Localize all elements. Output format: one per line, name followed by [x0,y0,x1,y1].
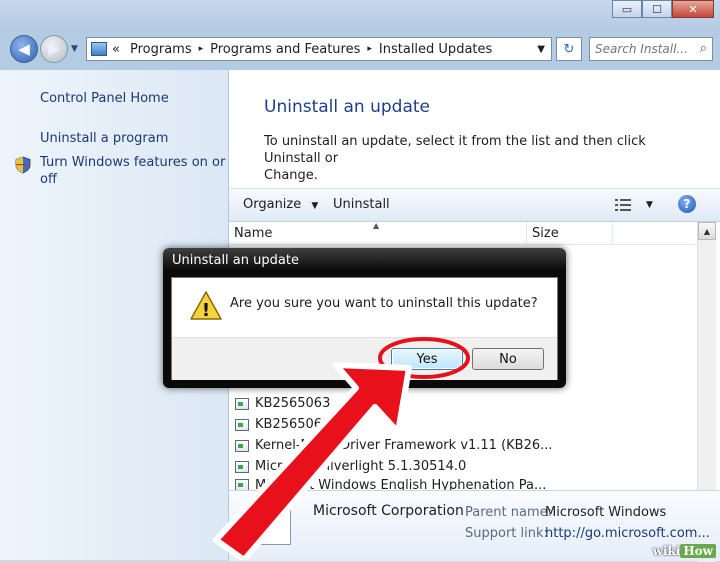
list-item[interactable]: Microsoft Silverlight 5.1.30514.0 [235,456,466,477]
help-icon: ? [683,197,691,211]
support-link[interactable]: http://go.microsoft.com... [545,526,710,541]
command-bar: Organize ▼ Uninstall ▼ ? [229,188,720,222]
control-panel-icon [91,42,107,56]
sidebar-link-uninstall-program[interactable]: Uninstall a program [40,130,168,147]
watermark-part1: wiki [652,544,681,558]
caption-buttons: ▭ ☐ ✕ [612,0,714,18]
list-item-label: Kernel-Mode Driver Framework v1.11 (KB26… [255,438,553,453]
yes-button[interactable]: Yes [391,348,463,370]
no-button[interactable]: No [472,348,544,370]
dialog-button-bar: Yes No [172,337,557,380]
recent-pages-icon[interactable]: ▼ [71,44,78,54]
sort-ascending-icon: ▲ [373,221,380,230]
refresh-button[interactable]: ↻ [556,37,582,61]
dialog-message: Are you sure you want to uninstall this … [230,296,538,311]
column-header-row: ▲ Name Size [229,221,697,245]
watermark: wiki How [653,544,716,558]
breadcrumb-programs[interactable]: Programs [130,42,192,57]
close-button[interactable]: ✕ [672,0,714,18]
dialog-body: ! Are you sure you want to uninstall thi… [171,277,558,380]
update-icon [235,397,249,410]
list-item-label: Microsoft Silverlight 5.1.30514.0 [255,459,467,474]
organize-button[interactable]: Organize ▼ [243,197,318,212]
publisher-name: Microsoft Corporation [313,503,464,519]
list-item-label: KB2565063 [255,417,331,432]
update-large-icon [249,501,291,545]
uninstall-button[interactable]: Uninstall [333,197,390,212]
list-item[interactable]: Microsoft Windows English Hyphenation Pa… [235,477,546,490]
sidebar-link-control-panel-home[interactable]: Control Panel Home [40,90,169,107]
column-header-name[interactable]: Name [234,226,272,241]
forward-button[interactable]: ▶ [40,35,68,63]
update-icon [235,460,249,473]
list-item[interactable]: KB2565063 [235,414,330,435]
page-title: Uninstall an update [264,97,430,117]
update-icon [235,418,249,431]
view-options-icon[interactable] [615,199,631,211]
organize-chevron-down-icon: ▼ [311,201,319,211]
page-description-line1: To uninstall an update, select it from t… [264,134,646,166]
breadcrumb-separator-icon[interactable]: ▸ [199,44,204,54]
list-item[interactable]: Kernel-Mode Driver Framework v1.11 (KB26… [235,435,553,456]
breadcrumb-installed-updates[interactable]: Installed Updates [379,42,492,57]
confirm-dialog: Uninstall an update ! Are you sure you w… [163,248,566,388]
list-item-label: KB2565063 [255,396,331,411]
column-divider[interactable] [612,222,613,244]
column-divider[interactable] [526,222,527,244]
warning-icon: ! [190,291,222,321]
list-item[interactable]: KB2565063 [235,393,330,414]
navigation-bar: ◀ ▶ ▼ « Programs ▸ Programs and Features… [0,28,720,68]
sidebar-link-windows-features-line1: Turn Windows features on or [40,155,226,170]
maximize-button[interactable]: ☐ [642,0,672,18]
search-input[interactable] [595,39,691,59]
refresh-icon: ↻ [563,41,575,57]
breadcrumb-overflow[interactable]: « [112,42,120,57]
list-item-label: Microsoft Windows English Hyphenation Pa… [255,478,547,490]
sidebar-link-windows-features[interactable]: Turn Windows features on or off [40,154,225,188]
back-button[interactable]: ◀ [10,35,38,63]
forward-arrow-icon: ▶ [48,40,60,58]
watermark-part2: How [680,544,716,558]
breadcrumb-programs-and-features[interactable]: Programs and Features [210,42,360,57]
breadcrumb: Programs ▸ Programs and Features ▸ Insta… [124,42,492,57]
dialog-title: Uninstall an update [172,253,299,268]
view-chevron-down-icon[interactable]: ▼ [646,200,653,210]
help-button[interactable]: ? [678,195,696,213]
sidebar-link-windows-features-line2: off [40,172,57,187]
update-icon [235,479,249,490]
back-arrow-icon: ◀ [18,40,30,58]
support-link-label: Support link: [465,526,548,541]
search-box[interactable]: ⌕ [589,37,713,61]
update-icon [235,439,249,452]
breadcrumb-separator-icon[interactable]: ▸ [367,44,372,54]
warning-mark: ! [202,300,210,321]
minimize-button[interactable]: ▭ [612,0,642,18]
address-dropdown-icon[interactable]: ▼ [537,44,545,55]
address-bar[interactable]: « Programs ▸ Programs and Features ▸ Ins… [86,37,552,61]
parent-name-label: Parent name: [465,505,552,520]
search-icon[interactable]: ⌕ [700,41,707,56]
column-header-size[interactable]: Size [532,226,559,241]
details-pane: Microsoft Corporation Parent name: Micro… [229,490,720,561]
organize-label: Organize [243,197,302,212]
parent-name-value: Microsoft Windows [545,505,667,520]
page-description: To uninstall an update, select it from t… [264,133,694,184]
shield-icon [15,156,31,174]
page-description-line2: Change. [264,168,318,183]
scroll-up-icon[interactable]: ▲ [698,222,716,240]
